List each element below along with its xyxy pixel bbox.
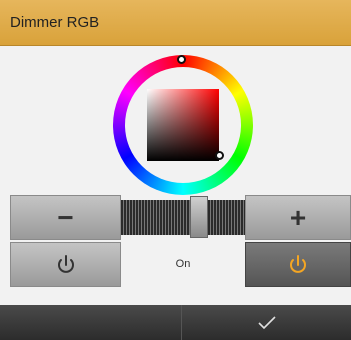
decrease-button[interactable]: − <box>10 195 121 240</box>
plus-icon: + <box>289 201 307 233</box>
page-title: Dimmer RGB <box>10 14 100 31</box>
brightness-slider[interactable] <box>121 196 245 238</box>
cancel-button[interactable] <box>0 305 182 340</box>
footer-bar <box>0 305 351 340</box>
state-label: On <box>175 258 191 270</box>
slider-track <box>121 200 245 235</box>
checkmark-icon <box>257 315 276 329</box>
power-off-button[interactable] <box>10 242 121 287</box>
power-icon <box>290 254 306 273</box>
color-marker[interactable] <box>215 151 224 160</box>
power-icon <box>57 254 74 273</box>
header-bar: Dimmer RGB <box>0 0 351 46</box>
power-on-button[interactable] <box>245 242 351 287</box>
hue-marker[interactable] <box>177 55 186 64</box>
confirm-button[interactable] <box>182 305 351 340</box>
minus-icon: − <box>57 201 74 233</box>
increase-button[interactable]: + <box>245 195 351 240</box>
saturation-value-square[interactable] <box>147 89 219 161</box>
slider-thumb[interactable] <box>190 196 208 238</box>
color-picker[interactable] <box>113 55 253 195</box>
